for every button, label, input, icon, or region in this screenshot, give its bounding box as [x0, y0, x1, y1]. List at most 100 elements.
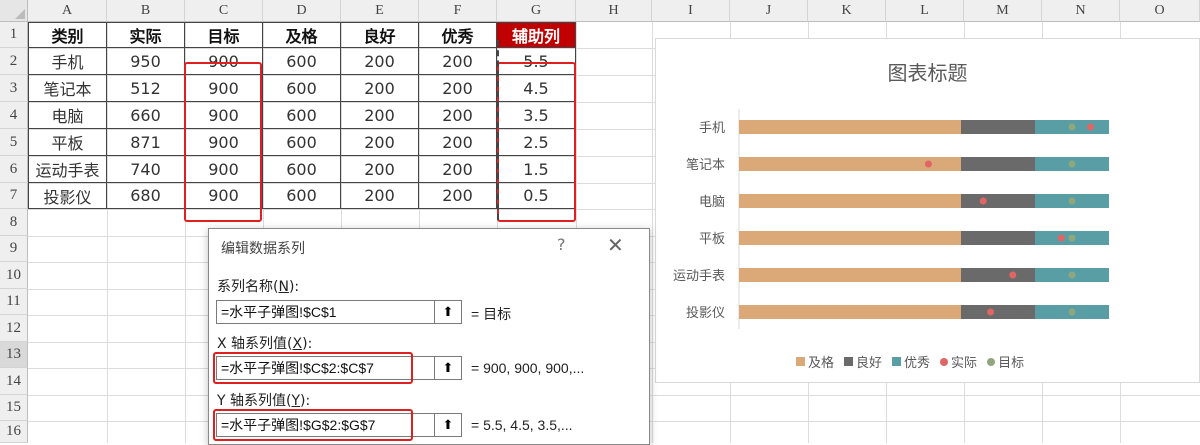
table-cell[interactable]: 200	[419, 75, 497, 102]
table-header-cell[interactable]: 实际	[107, 22, 185, 48]
bar-segment[interactable]	[961, 157, 1035, 171]
row-header-13[interactable]: 13	[0, 342, 28, 368]
column-header-k[interactable]: K	[808, 0, 886, 22]
series-name-collapse-button[interactable]: ⬆	[434, 300, 462, 324]
table-header-cell[interactable]: 优秀	[419, 22, 497, 48]
column-header-n[interactable]: N	[1042, 0, 1120, 22]
table-cell[interactable]: 600	[263, 156, 341, 183]
data-point[interactable]	[1068, 197, 1076, 205]
table-cell[interactable]: 740	[107, 156, 185, 183]
table-cell[interactable]: 600	[263, 75, 341, 102]
row-header-3[interactable]: 3	[0, 75, 28, 102]
row-header-14[interactable]: 14	[0, 368, 28, 395]
data-point[interactable]	[979, 197, 987, 205]
chart-legend[interactable]: 及格 良好 优秀 实际 目标	[796, 352, 1024, 371]
table-cell[interactable]: 871	[107, 129, 185, 156]
row-header-10[interactable]: 10	[0, 262, 28, 289]
row-header-6[interactable]: 6	[0, 156, 28, 183]
data-point[interactable]	[1087, 123, 1094, 131]
table-cell[interactable]: 512	[107, 75, 185, 102]
bar-segment[interactable]	[739, 231, 961, 245]
column-header-i[interactable]: I	[652, 0, 730, 22]
table-cell[interactable]: 平板	[28, 129, 107, 156]
table-header-cell[interactable]: 目标	[185, 22, 263, 48]
row-header-16[interactable]: 16	[0, 421, 28, 443]
bar-segment[interactable]	[739, 120, 961, 134]
help-icon[interactable]: ?	[557, 235, 566, 254]
data-point[interactable]	[1057, 234, 1065, 242]
bar-segment[interactable]	[961, 231, 1035, 245]
table-cell[interactable]: 200	[341, 129, 419, 156]
column-header-b[interactable]: B	[107, 0, 185, 22]
table-cell[interactable]: 200	[341, 75, 419, 102]
table-header-cell[interactable]: 类别	[28, 22, 107, 48]
row-header-15[interactable]: 15	[0, 395, 28, 421]
column-header-h[interactable]: H	[576, 0, 652, 22]
series-name-input[interactable]: =水平子弹图!$C$1	[216, 300, 436, 324]
table-cell[interactable]: 200	[419, 183, 497, 209]
column-header-m[interactable]: M	[964, 0, 1042, 22]
row-header-4[interactable]: 4	[0, 102, 28, 129]
column-header-l[interactable]: L	[886, 0, 964, 22]
table-cell[interactable]: 600	[263, 102, 341, 129]
bar-segment[interactable]	[739, 194, 961, 208]
table-cell[interactable]: 660	[107, 102, 185, 129]
column-header-o[interactable]: O	[1120, 0, 1200, 22]
table-cell[interactable]: 680	[107, 183, 185, 209]
table-cell[interactable]: 950	[107, 48, 185, 75]
data-point[interactable]	[987, 308, 995, 316]
close-icon[interactable]: ✕	[607, 233, 624, 257]
y-values-collapse-button[interactable]: ⬆	[434, 413, 462, 437]
column-header-d[interactable]: D	[263, 0, 341, 22]
bar-segment[interactable]	[961, 268, 1035, 282]
data-point[interactable]	[1068, 308, 1076, 316]
bar-segment[interactable]	[961, 120, 1035, 134]
table-header-cell[interactable]: 良好	[341, 22, 419, 48]
table-cell[interactable]: 600	[263, 48, 341, 75]
table-cell[interactable]: 600	[263, 183, 341, 209]
table-cell[interactable]: 电脑	[28, 102, 107, 129]
row-header-7[interactable]: 7	[0, 183, 28, 209]
table-cell[interactable]: 200	[419, 102, 497, 129]
bar-segment[interactable]	[961, 305, 1035, 319]
row-header-9[interactable]: 9	[0, 236, 28, 262]
column-header-f[interactable]: F	[419, 0, 497, 22]
table-cell[interactable]: 200	[419, 48, 497, 75]
row-header-1[interactable]: 1	[0, 22, 28, 48]
data-point[interactable]	[1068, 234, 1076, 242]
data-point[interactable]	[924, 160, 932, 168]
table-header-cell[interactable]: 及格	[263, 22, 341, 48]
column-header-a[interactable]: A	[28, 0, 107, 22]
row-header-11[interactable]: 11	[0, 289, 28, 315]
table-cell[interactable]: 手机	[28, 48, 107, 75]
column-header-j[interactable]: J	[730, 0, 808, 22]
x-values-collapse-button[interactable]: ⬆	[434, 356, 462, 380]
row-header-5[interactable]: 5	[0, 129, 28, 156]
table-cell[interactable]: 200	[341, 183, 419, 209]
table-cell[interactable]: 笔记本	[28, 75, 107, 102]
table-cell[interactable]: 600	[263, 129, 341, 156]
select-all-corner[interactable]	[0, 0, 28, 22]
table-cell[interactable]: 200	[419, 156, 497, 183]
table-header-cell[interactable]: 辅助列	[497, 22, 576, 48]
table-cell[interactable]: 运动手表	[28, 156, 107, 183]
row-header-12[interactable]: 12	[0, 315, 28, 342]
table-cell[interactable]: 200	[341, 102, 419, 129]
table-cell[interactable]: 200	[419, 129, 497, 156]
column-header-e[interactable]: E	[341, 0, 419, 22]
row-header-8[interactable]: 8	[0, 209, 28, 236]
bullet-chart[interactable]: 图表标题 手机 笔记本 电脑 平板 运动手表 投影仪 及格 良好 优秀 实际 目标	[655, 38, 1200, 383]
table-cell[interactable]: 投影仪	[28, 183, 107, 209]
column-header-c[interactable]: C	[185, 0, 263, 22]
table-cell[interactable]: 200	[341, 48, 419, 75]
table-cell[interactable]: 200	[341, 156, 419, 183]
data-point[interactable]	[1068, 160, 1076, 168]
bar-segment[interactable]	[739, 268, 961, 282]
bar-segment[interactable]	[961, 194, 1035, 208]
data-point[interactable]	[1009, 271, 1017, 279]
data-point[interactable]	[1068, 123, 1076, 131]
row-header-2[interactable]: 2	[0, 48, 28, 75]
bar-segment[interactable]	[739, 305, 961, 319]
column-header-g[interactable]: G	[497, 0, 576, 22]
data-point[interactable]	[1068, 271, 1076, 279]
